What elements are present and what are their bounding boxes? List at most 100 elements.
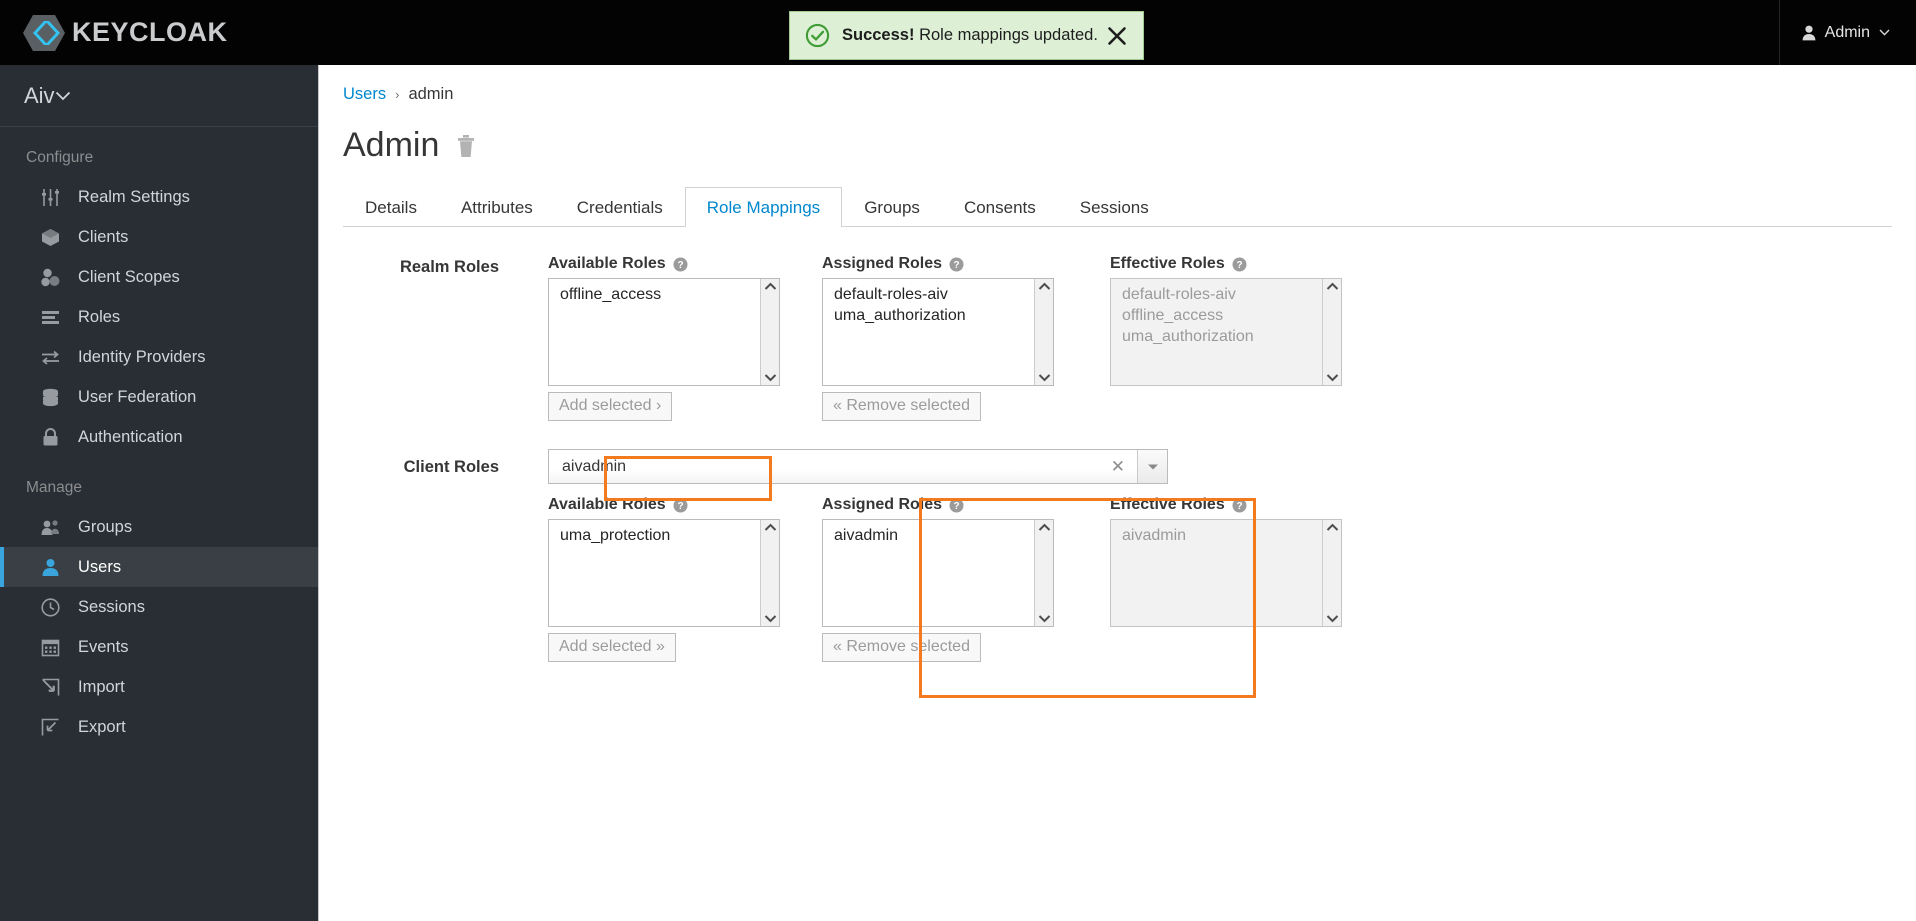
chevron-down-icon[interactable] — [1326, 373, 1339, 382]
sidebar-item-export[interactable]: Export — [0, 707, 318, 747]
svg-text:?: ? — [953, 260, 959, 271]
page-title-row: Admin — [319, 104, 1916, 165]
chevron-up-icon[interactable] — [1326, 282, 1339, 291]
alert-body: Role mappings updated. — [919, 26, 1098, 44]
client-effective-roles-label: Effective Roles ? — [1110, 496, 1342, 514]
breadcrumb: Users › admin — [319, 65, 1916, 104]
chevron-up-icon[interactable] — [764, 523, 777, 532]
chevron-down-icon[interactable] — [1038, 373, 1051, 382]
tab-sessions[interactable]: Sessions — [1058, 187, 1171, 227]
client-remove-selected-button[interactable]: « Remove selected — [822, 633, 981, 662]
help-icon[interactable]: ? — [949, 257, 964, 272]
chevron-down-icon[interactable] — [764, 373, 777, 382]
chevron-up-icon[interactable] — [1038, 282, 1051, 291]
realm-add-selected-button[interactable]: Add selected › — [548, 392, 673, 421]
breadcrumb-users-link[interactable]: Users — [343, 85, 386, 104]
realm-assigned-roles-listbox[interactable]: default-roles-aiv uma_authorization — [822, 278, 1054, 386]
tab-role-mappings[interactable]: Role Mappings — [684, 187, 843, 227]
sidebar-item-events[interactable]: Events — [0, 627, 318, 667]
exchange-arrows-icon — [40, 347, 61, 368]
client-available-roles-group: Available Roles ? uma_protection Add sel… — [548, 496, 780, 662]
tab-details[interactable]: Details — [343, 187, 439, 227]
realm-roles-section: Realm Roles Available Roles ? offline_ac… — [319, 255, 1916, 421]
label-text: Effective Roles — [1110, 496, 1225, 513]
help-icon[interactable]: ? — [673, 498, 688, 513]
sidebar-item-label: Export — [78, 717, 126, 736]
sidebar-item-identity-providers[interactable]: Identity Providers — [0, 337, 318, 377]
tab-groups[interactable]: Groups — [842, 187, 942, 227]
page-title: Admin — [343, 126, 440, 164]
tab-attributes[interactable]: Attributes — [439, 187, 555, 227]
user-icon — [40, 557, 61, 578]
sidebar-item-realm-settings[interactable]: Realm Settings — [0, 177, 318, 217]
sidebar-item-sessions[interactable]: Sessions — [0, 587, 318, 627]
scrollbar[interactable] — [760, 520, 779, 626]
svg-text:?: ? — [953, 501, 959, 512]
list-item: aivadmin — [1122, 527, 1187, 544]
export-arrow-icon — [40, 717, 61, 738]
close-icon[interactable] — [1106, 25, 1128, 47]
chevron-up-icon[interactable] — [1038, 523, 1051, 532]
client-roles-row-label: Client Roles — [403, 458, 499, 476]
client-roles-select-value: aivadmin — [562, 457, 627, 475]
list-item[interactable]: uma_protection — [549, 526, 779, 547]
scrollbar[interactable] — [1034, 279, 1053, 385]
sidebar-item-user-federation[interactable]: User Federation — [0, 377, 318, 417]
tab-credentials[interactable]: Credentials — [555, 187, 685, 227]
sidebar-item-clients[interactable]: Clients — [0, 217, 318, 257]
import-arrow-icon — [40, 677, 61, 698]
sidebar-item-label: Realm Settings — [78, 187, 190, 206]
client-assigned-roles-listbox[interactable]: aivadmin — [822, 519, 1054, 627]
dropdown-caret-icon[interactable] — [1137, 450, 1167, 483]
clear-icon[interactable]: ✕ — [1111, 458, 1137, 475]
list-item[interactable]: aivadmin — [823, 526, 1053, 547]
scrollbar[interactable] — [1322, 279, 1341, 385]
help-icon[interactable]: ? — [1232, 257, 1247, 272]
client-add-selected-button[interactable]: Add selected » — [548, 633, 676, 662]
sidebar-item-label: Users — [78, 557, 122, 576]
scrollbar[interactable] — [1322, 520, 1341, 626]
sidebar-item-users[interactable]: Users — [0, 547, 318, 587]
nav-group-title-configure: Configure — [26, 149, 94, 166]
realm-roles-row-label: Realm Roles — [399, 258, 499, 276]
sidebar-item-authentication[interactable]: Authentication — [0, 417, 318, 457]
realm-name: Aiv — [24, 82, 55, 108]
scrollbar[interactable] — [760, 279, 779, 385]
list-item[interactable]: default-roles-aiv — [823, 285, 1053, 306]
cube-icon — [40, 227, 61, 248]
client-roles-select[interactable]: aivadmin ✕ — [548, 449, 1168, 484]
realm-available-roles-listbox[interactable]: offline_access — [548, 278, 780, 386]
list-item[interactable]: uma_authorization — [823, 306, 1053, 327]
masthead-right: Admin — [1778, 0, 1916, 65]
trash-icon[interactable] — [455, 134, 477, 158]
sidebar-item-roles[interactable]: Roles — [0, 297, 318, 337]
scrollbar[interactable] — [1034, 520, 1053, 626]
list-item: offline_access — [1122, 307, 1224, 324]
chevron-up-icon[interactable] — [764, 282, 777, 291]
client-available-roles-listbox[interactable]: uma_protection — [548, 519, 780, 627]
tab-consents[interactable]: Consents — [942, 187, 1058, 227]
sidebar-item-import[interactable]: Import — [0, 667, 318, 707]
keycloak-admin-console: KEYCLOAK Admin Success! Role mappings up… — [0, 0, 1916, 921]
help-icon[interactable]: ? — [1232, 498, 1247, 513]
help-icon[interactable]: ? — [673, 257, 688, 272]
chevron-up-icon[interactable] — [1326, 523, 1339, 532]
alert-message: Success! Role mappings updated. — [842, 26, 1098, 45]
realm-remove-selected-button[interactable]: « Remove selected — [822, 392, 981, 421]
brand-logo[interactable]: KEYCLOAK — [0, 13, 228, 53]
realm-effective-roles-group: Effective Roles ? default-roles-aiv offl… — [1110, 255, 1342, 421]
keycloak-logo-icon — [22, 13, 66, 53]
label-text: Assigned Roles — [822, 496, 943, 513]
sidebar-item-client-scopes[interactable]: Client Scopes — [0, 257, 318, 297]
chevron-down-icon[interactable] — [1038, 614, 1051, 623]
svg-text:?: ? — [1236, 260, 1242, 271]
sidebar-item-groups[interactable]: Groups — [0, 507, 318, 547]
user-menu[interactable]: Admin — [1802, 24, 1890, 42]
chevron-down-icon[interactable] — [1326, 614, 1339, 623]
help-icon[interactable]: ? — [949, 498, 964, 513]
listbox-items: uma_protection — [549, 520, 779, 547]
list-item[interactable]: offline_access — [549, 285, 779, 306]
realm-selector[interactable]: Aiv — [0, 65, 318, 127]
chevron-down-icon[interactable] — [764, 614, 777, 623]
breadcrumb-current: admin — [408, 85, 454, 103]
